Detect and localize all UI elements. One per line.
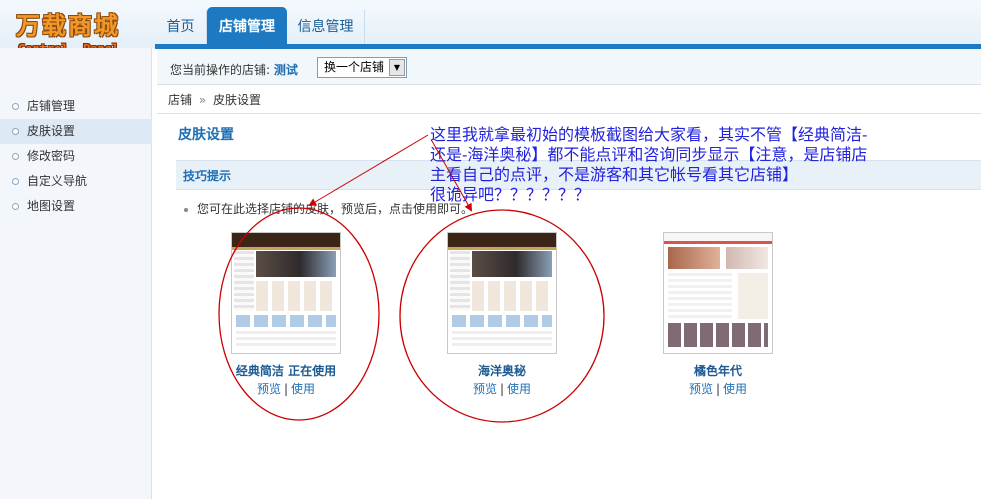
current-store-name[interactable]: 测试	[274, 63, 298, 77]
bullet-icon	[184, 207, 188, 212]
skin-actions: 预览 | 使用	[437, 380, 567, 397]
current-store-label: 您当前操作的店铺:	[170, 63, 271, 77]
thumb-nav	[664, 241, 772, 244]
thumb-header	[232, 233, 340, 247]
thumb-products	[256, 281, 336, 311]
skin-card-classic: 经典简洁 正在使用 预览 | 使用	[221, 232, 351, 397]
skin-actions: 预览 | 使用	[653, 380, 783, 397]
sidebar-item-change-password[interactable]: 修改密码	[0, 144, 152, 169]
logo-title: 万载商城	[16, 11, 120, 40]
preview-link[interactable]: 预览	[689, 382, 713, 396]
skin-name: 橘色年代	[693, 364, 742, 378]
skin-thumbnail[interactable]	[663, 232, 773, 354]
thumb-banner	[668, 247, 720, 269]
thumb-photos	[668, 323, 768, 347]
control-panel-app: 万载商城 Control Panel 首页 店铺管理 信息管理 店铺管理 皮肤设…	[0, 0, 981, 499]
thumb-side	[234, 251, 254, 311]
skin-name: 经典简洁 正在使用	[235, 364, 337, 378]
store-switch-select[interactable]: 换一个店铺 ▼	[317, 57, 407, 78]
current-store-text: 您当前操作的店铺: 测试	[170, 61, 298, 78]
store-toolbar: 您当前操作的店铺: 测试 换一个店铺 ▼	[157, 49, 981, 85]
thumb-footer	[452, 331, 552, 349]
thumb-banner-right	[726, 247, 768, 269]
use-link[interactable]: 使用	[291, 382, 315, 396]
thumb-nav	[232, 247, 340, 250]
tab-store-management[interactable]: 店铺管理	[207, 7, 287, 45]
thumb-list	[668, 273, 732, 319]
sidebar-item-custom-nav[interactable]: 自定义导航	[0, 169, 152, 194]
sidebar-item-label: 地图设置	[27, 199, 76, 213]
action-divider: |	[499, 382, 505, 396]
thumb-banner	[256, 251, 336, 277]
page-title: 皮肤设置	[178, 127, 234, 143]
thumb-header	[664, 233, 772, 241]
action-divider: |	[283, 382, 289, 396]
thumb-nav	[448, 247, 556, 250]
thumb-map	[738, 273, 768, 319]
bullet-icon	[12, 103, 19, 110]
sidebar-menu: 店铺管理 皮肤设置 修改密码 自定义导航 地图设置	[0, 94, 152, 219]
sidebar-item-map-settings[interactable]: 地图设置	[0, 194, 152, 219]
sidebar-item-label: 皮肤设置	[27, 124, 76, 138]
sidebar: 店铺管理 皮肤设置 修改密码 自定义导航 地图设置	[0, 48, 152, 499]
breadcrumb-item-store[interactable]: 店铺	[168, 93, 192, 107]
action-divider: |	[715, 382, 721, 396]
bullet-icon	[12, 203, 19, 210]
annotation-line: 这里我就拿最初始的模板截图给大家看，其实不管【经典简洁-	[430, 125, 868, 144]
sidebar-item-label: 店铺管理	[27, 99, 76, 113]
thumb-banner	[472, 251, 552, 277]
sidebar-item-label: 修改密码	[27, 149, 76, 163]
skin-thumbnail[interactable]	[231, 232, 341, 354]
bullet-icon	[12, 178, 19, 185]
skin-actions: 预览 | 使用	[221, 380, 351, 397]
top-header: 万载商城 Control Panel 首页 店铺管理 信息管理	[0, 0, 981, 56]
skin-card-orange: 橘色年代 预览 | 使用	[653, 232, 783, 397]
skin-thumbnail[interactable]	[447, 232, 557, 354]
preview-link[interactable]: 预览	[473, 382, 497, 396]
skin-card-ocean: 海洋奥秘 预览 | 使用	[437, 232, 567, 397]
store-switch-value: 换一个店铺	[324, 60, 385, 74]
annotation-line: 主看自己的点评，不是游客和其它帐号看其它店铺】	[430, 165, 799, 184]
bullet-icon	[12, 128, 19, 135]
preview-link[interactable]: 预览	[257, 382, 281, 396]
breadcrumb-item-skin: 皮肤设置	[213, 93, 262, 107]
sidebar-item-store-management[interactable]: 店铺管理	[0, 94, 152, 119]
chevron-down-icon[interactable]: ▼	[389, 59, 405, 76]
annotation-note: 这里我就拿最初始的模板截图给大家看，其实不管【经典简洁- 还是-海洋奥秘】都不能…	[430, 125, 981, 205]
breadcrumb: 店铺 » 皮肤设置	[157, 86, 981, 114]
thumb-header	[448, 233, 556, 247]
sidebar-item-label: 自定义导航	[27, 174, 88, 188]
use-link[interactable]: 使用	[507, 382, 531, 396]
thumb-row	[236, 315, 336, 327]
tab-home[interactable]: 首页	[155, 10, 207, 45]
tab-info-management[interactable]: 信息管理	[287, 10, 365, 45]
sidebar-item-skin-settings[interactable]: 皮肤设置	[0, 119, 152, 144]
thumb-footer	[236, 331, 336, 349]
annotation-line: 还是-海洋奥秘】都不能点评和咨询同步显示【注意，是店铺店	[430, 145, 868, 164]
thumb-products	[472, 281, 552, 311]
skin-name: 海洋奥秘	[477, 364, 526, 378]
use-link[interactable]: 使用	[723, 382, 747, 396]
bullet-icon	[12, 153, 19, 160]
thumb-side	[450, 251, 470, 311]
thumb-row	[452, 315, 552, 327]
annotation-line: 很诡异吧？？？？？？	[430, 185, 591, 204]
breadcrumb-separator: »	[198, 93, 207, 107]
